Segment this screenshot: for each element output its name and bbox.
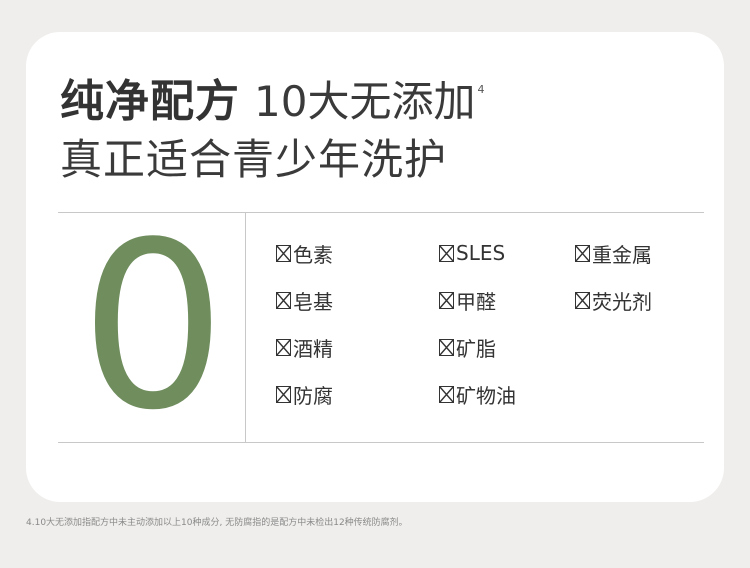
item-mineral-oil: 矿物油 [439, 380, 516, 408]
footnote-text: 4.10大无添加指配方中未主动添加以上10种成分, 无防腐指的是配方中未检出12… [26, 518, 408, 528]
headline: 纯净配方 10大无添加 4 [60, 72, 484, 132]
item-pigment: 色素 [276, 239, 333, 267]
big-zero-number: 0 [79, 194, 227, 461]
item-label: 酒精 [293, 336, 333, 361]
divider-vertical [245, 212, 246, 442]
item-formaldehyde: 甲醛 [439, 286, 496, 314]
checkbox-x-icon [439, 338, 454, 356]
item-preservative: 防腐 [276, 380, 333, 408]
headline-light: 10大无添加 [254, 77, 476, 126]
item-label: 防腐 [293, 383, 333, 408]
checkbox-x-icon [439, 291, 454, 309]
checkbox-x-icon [575, 244, 590, 262]
checkbox-x-icon [276, 385, 291, 403]
checkbox-x-icon [276, 291, 291, 309]
item-label: 矿脂 [456, 336, 496, 361]
item-soap-base: 皂基 [276, 286, 333, 314]
item-heavy-metal: 重金属 [575, 239, 652, 267]
checkbox-x-icon [276, 244, 291, 262]
item-label: SLES [456, 241, 506, 265]
item-label: 皂基 [293, 289, 333, 314]
item-label: 重金属 [592, 242, 652, 267]
item-label: 色素 [293, 242, 333, 267]
item-label: 矿物油 [456, 383, 516, 408]
item-label: 甲醛 [456, 289, 496, 314]
item-fluorescent-agent: 荧光剂 [575, 286, 652, 314]
footnote-marker: 4 [477, 83, 485, 96]
subheadline: 真正适合青少年洗护 [60, 135, 448, 184]
content-card: 纯净配方 10大无添加 4 真正适合青少年洗护 0 色素 SLES 重金属 皂基 [26, 32, 724, 502]
item-sles: SLES [439, 239, 505, 267]
item-label: 荧光剂 [592, 289, 652, 314]
headline-bold: 纯净配方 [60, 76, 240, 127]
checkbox-x-icon [575, 291, 590, 309]
item-petrolatum: 矿脂 [439, 333, 496, 361]
checkbox-x-icon [276, 338, 291, 356]
item-alcohol: 酒精 [276, 333, 333, 361]
checkbox-x-icon [439, 244, 454, 262]
checkbox-x-icon [439, 385, 454, 403]
